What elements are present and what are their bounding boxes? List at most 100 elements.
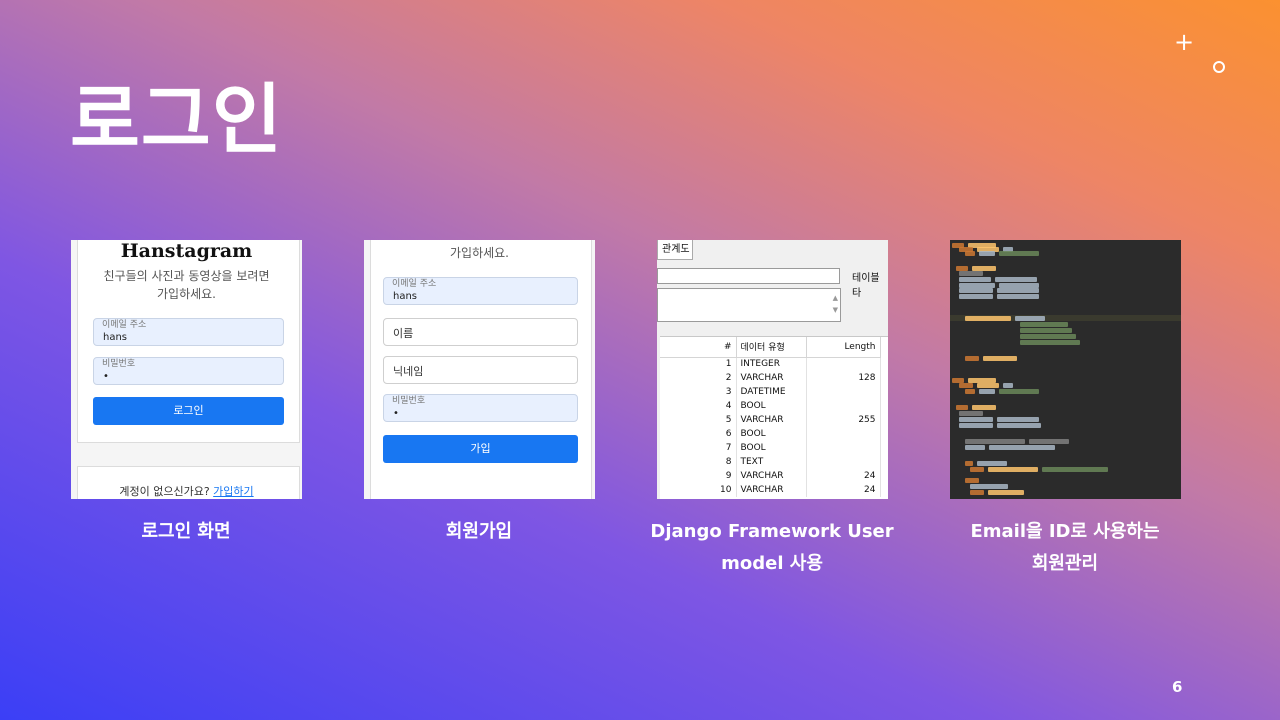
table-row[interactable]: 1 INTEGER [660, 357, 881, 371]
row-type: TEXT [736, 455, 807, 469]
columns-table: # 데이터 유형 Length 1 INTEGER 2 VARCHAR 128 3 DATE… [660, 337, 881, 497]
password-field[interactable]: 비밀번호 • [93, 357, 284, 385]
row-number: 1 [660, 357, 737, 371]
code-line [1020, 322, 1068, 327]
code-line [970, 484, 1008, 489]
caption-signup-line: 회원가입 [445, 521, 513, 542]
table-row[interactable]: 2 VARCHAR 128 [660, 371, 881, 385]
caption-django: Django Framework User model 사용 [642, 516, 902, 580]
code-line [965, 445, 985, 450]
code-line [989, 445, 1055, 450]
code-line [997, 288, 1039, 293]
code-line [979, 389, 995, 394]
row-type: DATETIME [736, 385, 807, 399]
row-type: INTEGER [736, 357, 807, 371]
code-line [959, 383, 973, 388]
caption-login-line: 로그인 화면 [141, 521, 231, 542]
login-button[interactable]: 로그인 [93, 397, 284, 425]
code-line [959, 417, 993, 422]
row-type: BOOL [736, 399, 807, 413]
login-subtitle-line-1: 친구들의 사진과 동영상을 보려면 [103, 269, 270, 283]
table-name-input[interactable] [657, 268, 840, 284]
row-number: 10 [660, 483, 737, 497]
password-label: 비밀번호 [102, 359, 136, 369]
comment-textarea[interactable]: ▲ ▼ [657, 288, 841, 322]
caption-signup: 회원가입 [349, 516, 609, 548]
row-type: BOOL [736, 427, 807, 441]
email-field[interactable]: 이메일 주소 hans [383, 277, 578, 305]
name-placeholder: 이름 [393, 327, 414, 340]
code-line [1003, 383, 1013, 388]
email-field[interactable]: 이메일 주소 hans [93, 318, 284, 346]
caption-email-id-line-1: Email을 ID로 사용하는 [970, 521, 1160, 542]
code-line [970, 467, 984, 472]
app-logo: Hanstagram [120, 240, 253, 262]
code-line [995, 277, 1037, 282]
code-line [1020, 340, 1080, 345]
signup-prompt: 계정이 없으신가요? 가입하기 [71, 483, 302, 499]
table-row[interactable]: 8 TEXT [660, 455, 881, 469]
code-line [1042, 467, 1108, 472]
code-line [959, 411, 983, 416]
code-line [983, 356, 1017, 361]
code-line [997, 417, 1039, 422]
table-row[interactable]: 6 BOOL [660, 427, 881, 441]
row-length [806, 385, 881, 399]
code-line [965, 461, 973, 466]
code-line [965, 478, 979, 483]
table-body: 1 INTEGER 2 VARCHAR 128 3 DATETIME 4 BOOL 5 VARCHA… [660, 357, 881, 497]
table-row[interactable]: 4 BOOL [660, 399, 881, 413]
nickname-placeholder: 닉네임 [393, 365, 424, 378]
code-line [988, 490, 1024, 495]
code-line [1015, 316, 1045, 321]
code-line [988, 467, 1038, 472]
row-number: 4 [660, 399, 737, 413]
table-row[interactable]: 10 VARCHAR 24 [660, 483, 881, 497]
row-length [806, 427, 881, 441]
column-header-num[interactable]: # [660, 337, 737, 358]
column-header-length[interactable]: Length [806, 337, 881, 358]
password-value: • [103, 371, 109, 382]
table-header-row: # 데이터 유형 Length [660, 337, 881, 358]
code-line [959, 423, 993, 428]
slide-title: 로그인 [70, 75, 283, 164]
table-row[interactable]: 3 DATETIME [660, 385, 881, 399]
email-label: 이메일 주소 [102, 320, 147, 330]
code-line [997, 423, 1041, 428]
table-row[interactable]: 5 VARCHAR 255 [660, 413, 881, 427]
table-row[interactable]: 9 VARCHAR 24 [660, 469, 881, 483]
row-number: 6 [660, 427, 737, 441]
email-label: 이메일 주소 [392, 279, 437, 289]
code-line [979, 251, 995, 256]
row-length: 128 [806, 371, 881, 385]
email-value: hans [103, 332, 128, 343]
code-line [972, 405, 996, 410]
tab-relations[interactable]: 관계도 [657, 240, 693, 260]
row-length [806, 357, 881, 371]
columns-grid: # 데이터 유형 Length 1 INTEGER 2 VARCHAR 128 3 DATE… [660, 336, 888, 499]
code-line [959, 288, 993, 293]
code-line [956, 405, 968, 410]
code-line [959, 294, 993, 299]
row-length: 255 [806, 413, 881, 427]
circle-icon [1213, 61, 1225, 73]
column-header-type[interactable]: 데이터 유형 [736, 337, 807, 358]
row-type: VARCHAR [736, 413, 807, 427]
table-row[interactable]: 7 BOOL [660, 441, 881, 455]
password-field[interactable]: 비밀번호 • [383, 394, 578, 422]
code-line [1020, 334, 1076, 339]
code-line [977, 383, 999, 388]
password-value: • [393, 408, 399, 419]
caption-email-id: Email을 ID로 사용하는 회원관리 [935, 516, 1195, 580]
join-button[interactable]: 가입 [383, 435, 578, 463]
name-input[interactable]: 이름 [383, 318, 578, 346]
signup-link[interactable]: 가입하기 [213, 485, 253, 498]
nickname-input[interactable]: 닉네임 [383, 356, 578, 384]
page-number: 6 [1172, 678, 1183, 696]
scrollbar-arrows-icon[interactable]: ▲ ▼ [833, 292, 838, 316]
code-line [959, 277, 991, 282]
row-length [806, 441, 881, 455]
signup-prompt-text: 계정이 없으신가요? [119, 485, 210, 498]
caption-login: 로그인 화면 [56, 516, 316, 548]
row-type: VARCHAR [736, 469, 807, 483]
